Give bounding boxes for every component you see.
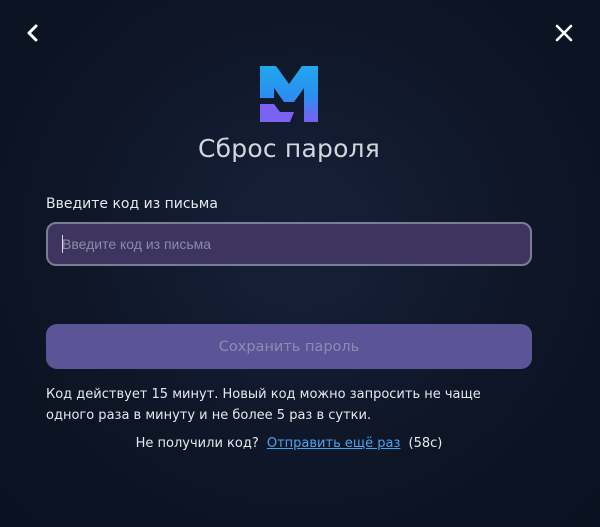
- chevron-left-icon: [27, 24, 38, 42]
- code-info-line-2: одного раза в минуту и не более 5 раз в …: [46, 408, 372, 423]
- password-reset-dialog: Сброс пароля Введите код из письма Сохра…: [0, 0, 600, 527]
- close-button[interactable]: [550, 19, 578, 47]
- code-info-text: Код действует 15 минут. Новый код можно …: [46, 384, 546, 426]
- close-icon: [555, 24, 573, 42]
- resend-countdown: (58с): [408, 436, 443, 451]
- code-field-label: Введите код из письма: [46, 196, 218, 212]
- back-button[interactable]: [20, 20, 46, 46]
- resend-link[interactable]: Отправить ещё раз: [267, 436, 401, 451]
- text-caret: [62, 235, 63, 253]
- brand-logo-icon: [260, 66, 318, 122]
- resend-row: Не получили код? Отправить ещё раз (58с): [0, 436, 578, 451]
- code-input[interactable]: [46, 222, 532, 266]
- resend-prompt: Не получили код?: [135, 436, 259, 451]
- code-info-line-1: Код действует 15 минут. Новый код можно …: [46, 387, 481, 402]
- save-password-button[interactable]: Сохранить пароль: [46, 324, 532, 369]
- page-title: Сброс пароля: [198, 134, 380, 163]
